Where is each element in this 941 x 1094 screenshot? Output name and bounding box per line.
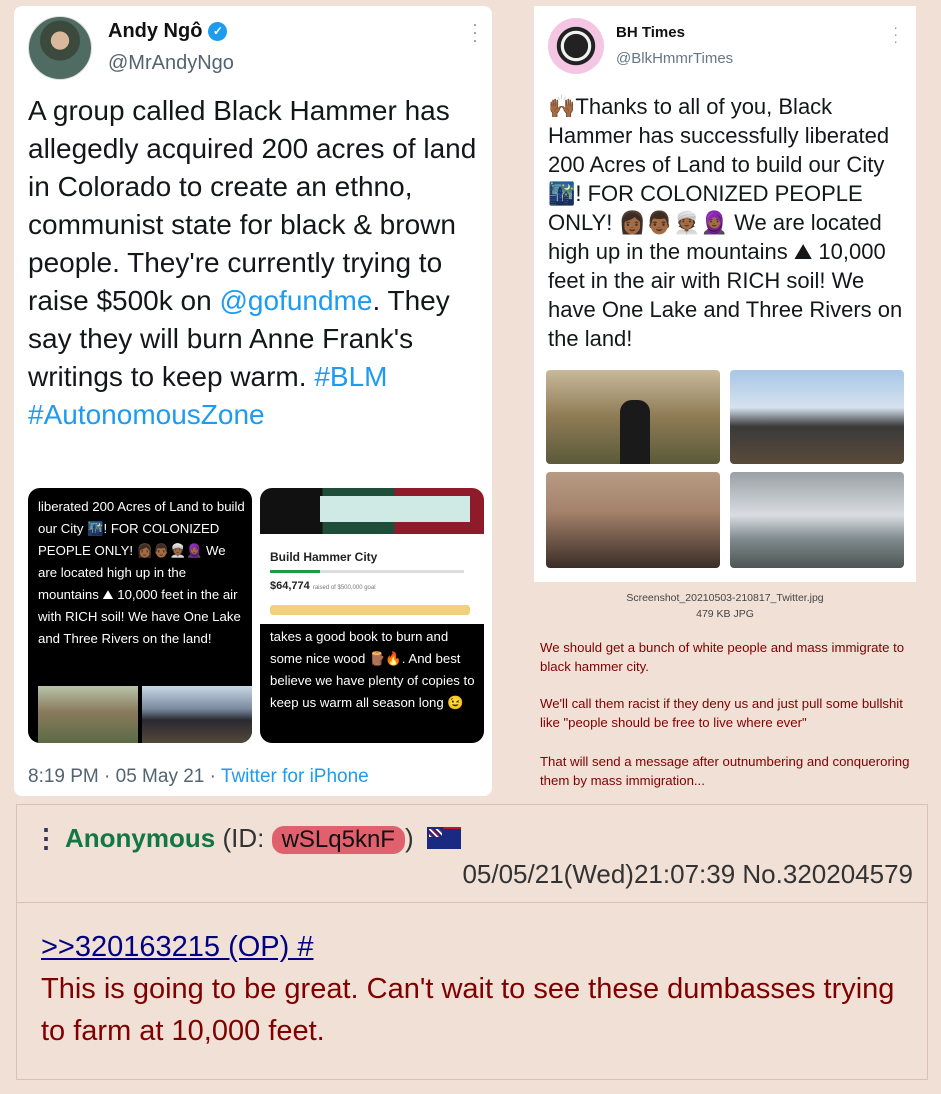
tweet-body: A group called Black Hammer has allegedl…: [28, 92, 483, 434]
post-menu-icon[interactable]: ⋮: [33, 823, 59, 854]
poster-id-label: (ID:: [222, 823, 272, 853]
tweet-time: 8:19 PM · 05 May 21 ·: [28, 766, 221, 787]
tweet-body: 🙌🏾Thanks to all of you, Black Hammer has…: [548, 94, 903, 351]
fundraiser-goal: raised of $500,000 goal: [312, 585, 376, 591]
tweet-timestamp: 8:19 PM · 05 May 21 · Twitter for iPhone: [28, 766, 369, 788]
embedded-text: liberated 200 Acres of Land to build our…: [38, 499, 245, 646]
embedded-dark-panel: takes a good book to burn and some nice …: [260, 624, 484, 743]
fundraiser-progress-bar: [270, 570, 464, 573]
tweet-photo: [730, 472, 904, 568]
op-message-paragraph: We should get a bunch of white people an…: [540, 640, 905, 674]
country-flag-icon: [426, 827, 461, 849]
fundraiser-amount-value: $64,774: [270, 580, 310, 592]
embedded-photo: [38, 686, 138, 743]
embedded-image-gofundme: Build Hammer City $64,774 raised of $500…: [260, 488, 484, 743]
hashtag-link: #AutonomousZone: [28, 399, 265, 430]
hashtag-link: #BLM: [314, 361, 388, 392]
file-name[interactable]: Screenshot_20210503-210817_Twitter.jpg: [534, 590, 916, 606]
reply-message-text: This is going to be great. Can't wait to…: [41, 973, 895, 1047]
poster-id-badge[interactable]: wSLq5knF: [271, 826, 405, 854]
tweet-source-link: Twitter for iPhone: [220, 766, 369, 787]
embedded-photo: [142, 686, 252, 743]
embedded-image-tweet-text: liberated 200 Acres of Land to build our…: [28, 488, 252, 743]
reply-message: >>320163215 (OP) # This is going to be g…: [41, 926, 901, 1052]
op-message-paragraph: We'll call them racist if they deny us a…: [540, 696, 903, 730]
op-post-column: BH Times @BlkHmmrTimes · · · 🙌🏾Thanks to a…: [524, 0, 941, 796]
quote-link[interactable]: >>320163215 (OP) #: [41, 931, 313, 963]
file-size: 479 KB JPG: [696, 608, 754, 620]
tweet-author-name: Andy Ngô ✓: [108, 20, 228, 43]
poster-info: Anonymous (ID: wSLq5knF): [65, 823, 461, 854]
reply-body: >>320163215 (OP) # This is going to be g…: [17, 904, 927, 1079]
tweet-photo: [546, 370, 720, 464]
more-options-icon: · · ·: [472, 14, 478, 50]
poster-id-close: ): [404, 823, 414, 853]
post-datetime-number[interactable]: 05/05/21(Wed)21:07:39 No.320204579: [462, 859, 913, 890]
tweet-screenshot-bh-times[interactable]: BH Times @BlkHmmrTimes · · · 🙌🏾Thanks to a…: [534, 6, 916, 582]
op-message-paragraph: That will send a message after outnumber…: [540, 754, 910, 788]
more-options-icon: · · ·: [893, 19, 898, 49]
tweet-photo: [730, 370, 904, 464]
tweet-body-text: A group called Black Hammer has allegedl…: [28, 95, 477, 316]
fundraiser-button: [270, 605, 470, 615]
fundraiser-banner-detail: [320, 496, 470, 522]
embedded-text: takes a good book to burn and some nice …: [270, 629, 475, 710]
reply-header: ⋮ Anonymous (ID: wSLq5knF) 05/05/21(Wed)…: [17, 805, 927, 903]
avatar: [28, 16, 92, 80]
fundraiser-title: Build Hammer City: [270, 550, 378, 564]
tweet-author-handle: @BlkHmmrTimes: [616, 50, 734, 67]
tweet-author-handle: @MrAndyNgo: [108, 52, 234, 74]
mention-link: @gofundme: [219, 285, 373, 316]
tweet-author-name: BH Times: [616, 24, 685, 41]
avatar: [548, 18, 604, 74]
file-info[interactable]: Screenshot_20210503-210817_Twitter.jpg 4…: [534, 590, 916, 622]
fundraiser-amount: $64,774 raised of $500,000 goal: [270, 580, 376, 592]
tweet-screenshot-andy-ngo[interactable]: Andy Ngô ✓ @MrAndyNgo · · · A group called …: [14, 6, 492, 796]
author-name-text: Andy Ngô: [108, 20, 203, 42]
poster-name: Anonymous: [65, 823, 216, 853]
reply-post: ⋮ Anonymous (ID: wSLq5knF) 05/05/21(Wed)…: [16, 804, 928, 1080]
verified-check-icon: ✓: [208, 22, 228, 41]
tweet-photo: [546, 472, 720, 568]
